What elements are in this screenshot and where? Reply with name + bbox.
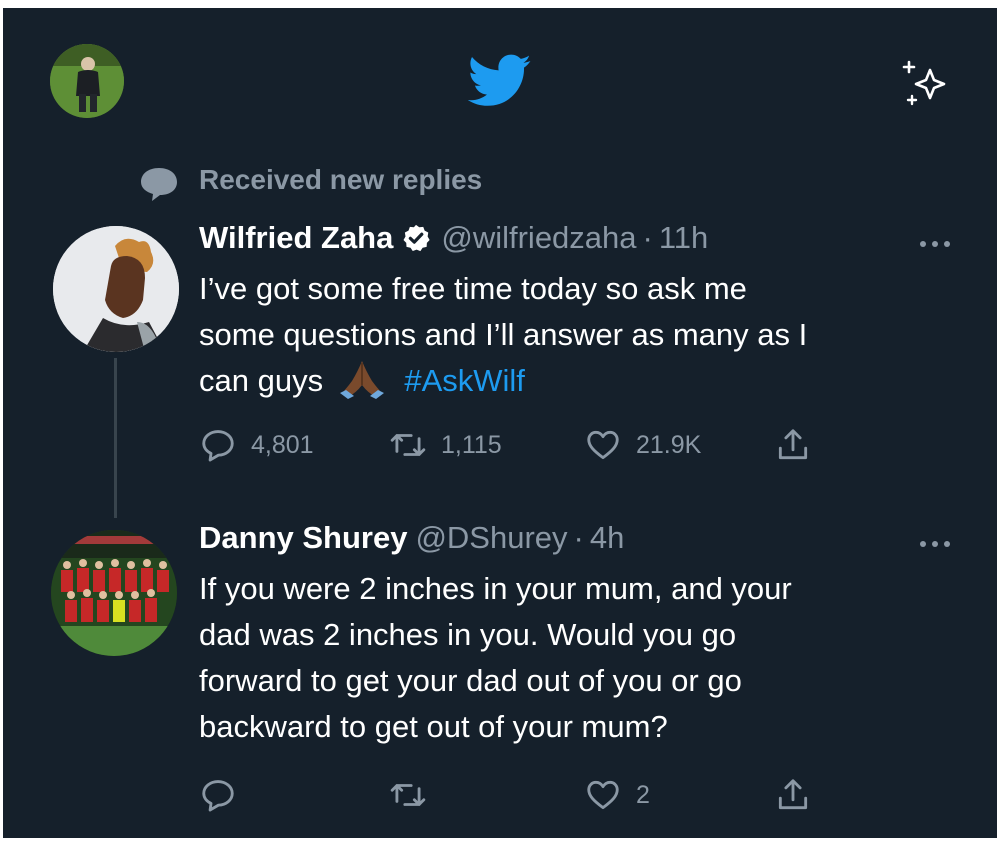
more-options-icon[interactable] <box>915 238 955 250</box>
reply-button[interactable]: 4,801 <box>199 426 314 464</box>
like-button[interactable]: 21.9K <box>584 426 701 464</box>
more-options-icon[interactable] <box>915 538 955 550</box>
timeline-screen: Received new replies Wilfried Zaha @wilf… <box>3 8 997 838</box>
hashtag-link[interactable]: #AskWilf <box>404 363 525 398</box>
tweet-line: some questions and I’ll answer as many a… <box>199 317 808 352</box>
tweet-actions: 4,801 1,115 21.9K <box>199 426 839 466</box>
tweet-timestamp[interactable]: 11h <box>659 220 708 256</box>
tweet-line: forward to get your dad out of you or go <box>199 663 742 698</box>
avatar-photo <box>51 530 177 656</box>
share-icon <box>778 429 808 460</box>
reply-icon <box>202 430 234 462</box>
author-name[interactable]: Wilfried Zaha <box>199 220 393 256</box>
reply-count: 4,801 <box>251 430 314 459</box>
author-name[interactable]: Danny Shurey <box>199 520 407 556</box>
tweet-header: Danny Shurey @DShurey · 4h <box>199 520 624 556</box>
tweet-line: I’ve got some free time today so ask me <box>199 271 747 306</box>
retweet-icon <box>390 434 426 456</box>
tweet-line: can guys <box>199 363 324 398</box>
author-avatar[interactable] <box>53 226 179 352</box>
like-icon <box>587 430 619 460</box>
tweet-line-last: can guys #AskWilf <box>199 358 807 404</box>
tweet-text: I’ve got some free time today so ask me … <box>199 266 807 404</box>
share-icon <box>778 779 808 810</box>
tweet-timestamp[interactable]: 4h <box>590 520 624 556</box>
retweet-icon <box>390 784 426 806</box>
tweet-header: Wilfried Zaha @wilfriedzaha · 11h <box>199 220 708 256</box>
folded-hands-emoji <box>339 361 384 399</box>
thread-line <box>114 358 117 518</box>
author-handle[interactable]: @DShurey <box>415 520 567 556</box>
separator: · <box>573 520 584 555</box>
tweet-line: backward to get out of your mum? <box>199 709 668 744</box>
author-handle[interactable]: @wilfriedzaha <box>441 220 636 256</box>
tweet-actions: 2 <box>199 776 839 816</box>
like-button[interactable]: 2 <box>584 776 650 814</box>
tweet-line: If you were 2 inches in your mum, and yo… <box>199 571 792 606</box>
like-count: 21.9K <box>636 430 702 459</box>
share-button[interactable] <box>774 776 812 814</box>
sparkle-icon[interactable] <box>899 56 953 112</box>
twitter-logo-icon[interactable] <box>468 54 532 108</box>
profile-avatar[interactable] <box>50 44 124 118</box>
like-icon <box>587 780 619 810</box>
avatar-photo <box>53 226 179 352</box>
reply-button[interactable] <box>199 776 237 814</box>
author-avatar[interactable] <box>51 530 177 656</box>
retweet-button[interactable]: 1,115 <box>389 426 502 464</box>
verified-badge-icon <box>403 224 430 252</box>
separator: · <box>642 220 653 255</box>
tweet-text: If you were 2 inches in your mum, and yo… <box>199 566 792 750</box>
retweet-count: 1,115 <box>441 430 502 459</box>
context-label: Received new replies <box>199 164 483 195</box>
like-count: 2 <box>636 780 650 809</box>
speech-bubble-icon <box>141 168 177 201</box>
share-button[interactable] <box>774 426 812 464</box>
reply-icon <box>202 780 234 812</box>
retweet-button[interactable] <box>389 776 427 814</box>
avatar-photo <box>50 44 124 118</box>
tweet-line: dad was 2 inches in you. Would you go <box>199 617 737 652</box>
